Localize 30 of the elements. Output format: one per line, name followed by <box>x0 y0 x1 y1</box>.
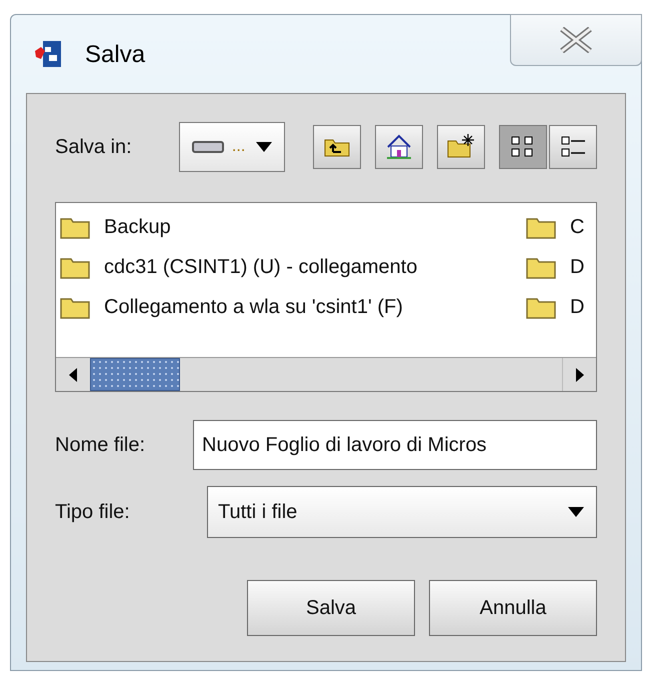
toolbar-button[interactable] <box>437 125 485 169</box>
toolbar-button[interactable] <box>549 125 597 169</box>
home-icon <box>384 132 414 162</box>
caret-icon <box>256 142 272 152</box>
window-title: Salva <box>85 40 146 70</box>
close-icon <box>558 27 594 53</box>
left-arrow-icon <box>69 368 77 382</box>
dialog-button[interactable]: Salva <box>247 580 415 636</box>
right-arrow-icon <box>576 368 584 382</box>
file-name-field[interactable]: Nuovo Foglio di lavoro di Micros <box>193 420 597 470</box>
file-list-item[interactable]: Backup <box>60 211 418 243</box>
dialog-button[interactable]: Annulla <box>429 580 597 636</box>
caret-icon <box>568 507 584 517</box>
file-name-label: Nome file: <box>55 433 146 458</box>
file-list-item[interactable]: Collegamento a wla su 'csint1' (F) <box>60 291 418 323</box>
file-list-item[interactable]: cdc31 (CSINT1) (U) - collegamento <box>60 251 418 283</box>
file-type-dropdown[interactable]: Tutti i file <box>207 486 597 538</box>
save-in-label: Salva in: <box>55 135 133 160</box>
app-icon <box>33 39 63 69</box>
scroll-thumb[interactable] <box>90 358 180 391</box>
file-list-item[interactable]: D <box>526 291 584 323</box>
file-list-item[interactable]: C <box>526 211 584 243</box>
drive-icon <box>192 141 224 153</box>
file-type-label: Tipo file: <box>55 500 131 525</box>
horizontal-scrollbar[interactable] <box>56 357 596 391</box>
toolbar-button[interactable] <box>499 125 547 169</box>
file-list-item[interactable]: D <box>526 251 584 283</box>
close-button[interactable] <box>510 14 642 66</box>
toolbar-button[interactable] <box>375 125 423 169</box>
location-dropdown[interactable]: ... <box>178 122 285 172</box>
